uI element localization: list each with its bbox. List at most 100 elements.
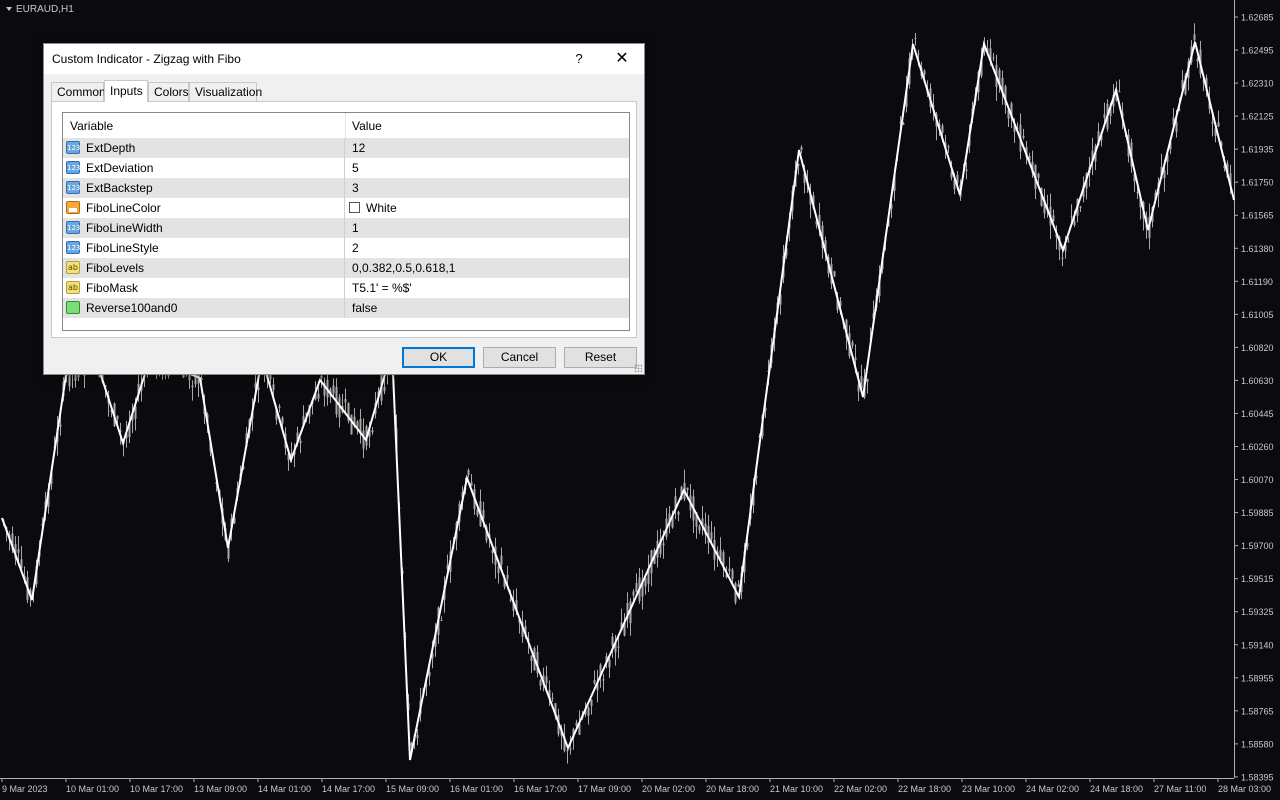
table-row[interactable]: 123 ExtBackstep 3 (63, 178, 629, 198)
value-cell[interactable]: T5.1' = %$' (346, 278, 629, 298)
variable-name: FiboLineStyle (86, 241, 159, 255)
candle-body (593, 680, 596, 684)
candle-body (191, 385, 194, 388)
variable-value[interactable]: 2 (352, 241, 359, 255)
candle-body (902, 123, 905, 125)
price-label: 1.60445 (1241, 409, 1274, 419)
candle-body (278, 406, 281, 408)
table-row[interactable]: 123 ExtDeviation 5 (63, 158, 629, 178)
price-label: 1.61005 (1241, 310, 1274, 320)
variable-value[interactable]: 3 (352, 181, 359, 195)
candle-body (1073, 221, 1076, 225)
candle-body (686, 487, 689, 491)
symbol-label[interactable]: EURAUD,H1 (6, 4, 74, 15)
header-value[interactable]: Value (352, 119, 382, 133)
variable-value[interactable]: T5.1' = %$' (352, 281, 412, 295)
candle-body (587, 707, 590, 716)
value-cell[interactable]: 5 (346, 158, 629, 178)
time-label: 20 Mar 02:00 (642, 784, 695, 794)
variable-value[interactable]: false (352, 301, 377, 315)
candle-body (992, 57, 995, 59)
tab-visualization[interactable]: Visualization (189, 82, 262, 101)
price-label: 1.60070 (1241, 475, 1274, 485)
value-cell[interactable]: 2 (346, 238, 629, 258)
string-icon: ab (66, 281, 80, 294)
variable-value[interactable]: 1 (352, 221, 359, 235)
value-cell[interactable]: 12 (346, 138, 629, 158)
candle-body (1067, 241, 1070, 243)
help-button[interactable]: ? (564, 48, 594, 70)
table-row[interactable]: Reverse100and0 false (63, 298, 629, 318)
int-icon: 123 (66, 221, 80, 234)
time-label: 22 Mar 02:00 (834, 784, 887, 794)
header-separator[interactable] (345, 113, 346, 138)
candle-body (569, 748, 572, 750)
candle-body (350, 414, 353, 435)
candle-body (851, 342, 854, 347)
tab-colors[interactable]: Colors (148, 82, 189, 101)
int-icon: 123 (66, 241, 80, 254)
price-label: 1.61565 (1241, 211, 1274, 221)
price-label: 1.61750 (1241, 178, 1274, 188)
candle-body (317, 393, 320, 399)
table-row[interactable]: ab FiboMask T5.1' = %$' (63, 278, 629, 298)
table-row[interactable]: FiboLineColor White (63, 198, 629, 218)
table-row[interactable]: 123 ExtDepth 12 (63, 138, 629, 158)
variable-value[interactable]: 12 (352, 141, 365, 155)
tab-common[interactable]: Common (51, 82, 106, 101)
symbol-text: EURAUD,H1 (16, 4, 74, 15)
variable-name: FiboLineWidth (86, 221, 163, 235)
candle-body (602, 679, 605, 681)
dialog-titlebar[interactable]: Custom Indicator - Zigzag with Fibo ? ✕ (44, 44, 644, 74)
value-cell[interactable]: 3 (346, 178, 629, 198)
price-label: 1.59140 (1241, 640, 1274, 650)
table-row[interactable]: ab FiboLevels 0,0.382,0.5,0.618,1 (63, 258, 629, 278)
time-label: 10 Mar 01:00 (66, 784, 119, 794)
variable-value[interactable]: 0,0.382,0.5,0.618,1 (352, 261, 455, 275)
variable-cell: 123 FiboLineWidth (63, 218, 345, 238)
value-cell[interactable]: 1 (346, 218, 629, 238)
candle-body (257, 387, 260, 391)
variable-value[interactable]: 5 (352, 161, 359, 175)
header-variable[interactable]: Variable (70, 119, 113, 133)
candle-body (344, 398, 347, 403)
candle-body (710, 532, 713, 540)
resize-grip-icon[interactable] (634, 364, 642, 372)
candle-body (941, 125, 944, 133)
close-button[interactable]: ✕ (604, 48, 640, 70)
variable-value[interactable]: White (366, 201, 397, 215)
candle-body (482, 509, 485, 519)
string-icon: ab (66, 261, 80, 274)
time-label: 16 Mar 17:00 (514, 784, 567, 794)
candle-body (1037, 173, 1040, 178)
value-cell[interactable]: White (346, 198, 629, 218)
variable-cell: 123 ExtBackstep (63, 178, 345, 198)
reset-button[interactable]: Reset (564, 347, 637, 368)
candle-body (362, 430, 365, 449)
table-row[interactable]: 123 FiboLineWidth 1 (63, 218, 629, 238)
table-row[interactable]: 123 FiboLineStyle 2 (63, 238, 629, 258)
price-label: 1.60820 (1241, 343, 1274, 353)
value-cell[interactable]: 0,0.382,0.5,0.618,1 (346, 258, 629, 278)
int-icon: 123 (66, 161, 80, 174)
time-label: 21 Mar 10:00 (770, 784, 823, 794)
cancel-button[interactable]: Cancel (483, 347, 556, 368)
variable-cell: FiboLineColor (63, 198, 345, 218)
variable-name: ExtBackstep (86, 181, 153, 195)
candle-body (1118, 91, 1121, 93)
candle-body (281, 417, 284, 424)
candle-body (1136, 192, 1139, 194)
ok-button[interactable]: OK (402, 347, 475, 368)
tab-inputs[interactable]: Inputs (104, 80, 148, 102)
time-label: 22 Mar 18:00 (898, 784, 951, 794)
price-label: 1.62125 (1241, 112, 1274, 122)
candle-body (611, 636, 614, 646)
candle-body (854, 357, 857, 360)
color-icon (66, 201, 80, 214)
candle-body (551, 697, 554, 699)
value-cell[interactable]: false (346, 298, 629, 318)
color-swatch[interactable] (349, 202, 360, 213)
bool-icon (66, 301, 80, 314)
price-label: 1.62685 (1241, 13, 1274, 23)
candle-body (59, 424, 62, 427)
